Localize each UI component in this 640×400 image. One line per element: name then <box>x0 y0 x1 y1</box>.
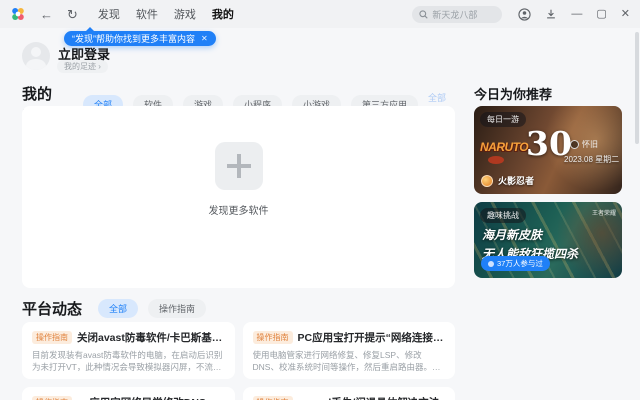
footprints-link[interactable]: 我的足迹 › <box>57 60 108 73</box>
article-tag: 操作指南 <box>252 396 293 400</box>
participants-pill: 37万人参与过 <box>481 256 550 271</box>
avatar[interactable] <box>22 42 50 70</box>
nav-tab-games[interactable]: 游戏 <box>174 6 196 22</box>
article-card[interactable]: 操作指南 PC应用宝打开提示“网络连接错误” 使用电脑管家进行网络修复、修复LS… <box>242 322 455 380</box>
maximize-button[interactable]: ▢ <box>596 8 606 20</box>
article-title: pc应用宝网络异常修改DNS教程 <box>77 395 225 400</box>
article-time: 26天前 <box>32 378 57 380</box>
nav-tab-discover[interactable]: 发现 <box>98 6 120 22</box>
article-card[interactable]: 操作指南 pc应用宝网络异常修改DNS教程 <box>22 387 235 400</box>
nav-tab-software[interactable]: 软件 <box>136 6 158 22</box>
my-apps-card: 发现更多软件 <box>22 106 455 288</box>
challenge-badge: 趣味挑战 <box>480 208 526 223</box>
article-title: PC应用宝打开提示“网络连接错误” <box>297 332 446 344</box>
naruto-logo: NARUTO <box>480 140 529 154</box>
article-title: openal丢失/闪退具体解决方法 <box>298 395 440 400</box>
article-tag: 操作指南 <box>32 396 72 400</box>
feedback-link[interactable]: 问题反馈 <box>402 378 445 380</box>
calendar-tag: 怀旧 <box>570 139 598 150</box>
game-avatar-icon <box>481 174 493 187</box>
scrollbar-thumb[interactable] <box>635 32 639 144</box>
article-card[interactable]: 操作指南 openal丢失/闪退具体解决方法 <box>242 387 455 400</box>
scrollbar-track <box>635 30 639 398</box>
titlebar: ← ↻ 发现 软件 游戏 我的 新天龙八部 — ▢ ✕ <box>0 0 640 28</box>
app-logo-icon[interactable] <box>10 6 26 22</box>
daily-game-card[interactable]: 每日一游 NARUTO 30 怀旧 2023.08 星期二 火影忍者 <box>474 106 622 194</box>
news-header: 平台动态 全部 操作指南 <box>22 298 207 319</box>
article-card[interactable]: 操作指南 关闭avast防毒软件/卡巴斯基减少卡顿现象 目前发现装有avast防… <box>22 322 235 379</box>
game-watermark: 王者荣耀 <box>591 211 616 217</box>
articles-grid: 操作指南 关闭avast防毒软件/卡巴斯基减少卡顿现象 目前发现装有avast防… <box>22 322 455 400</box>
game-row: 火影忍者 <box>481 174 534 187</box>
article-time: 29天前 <box>253 378 278 380</box>
article-tag: 操作指南 <box>252 331 293 344</box>
daily-game-badge: 每日一游 <box>480 112 526 127</box>
add-app-tile[interactable] <box>214 142 263 190</box>
back-icon[interactable]: ← <box>40 8 53 21</box>
recommend-title: 今日为你推荐 <box>474 87 553 102</box>
article-body: 使用电脑管家进行网络修复、修复LSP、修改DNS、校准系统时间等操作，然后重启路… <box>252 350 432 373</box>
participants-icon <box>488 260 494 267</box>
game-name: 火影忍者 <box>498 176 535 186</box>
news-tab-all[interactable]: 全部 <box>98 299 139 318</box>
article-body: 目前发现装有avast防毒软件的电脑，在启动后识别为未打开VT，此种情况会导致模… <box>32 350 223 373</box>
window-controls: — ▢ ✕ <box>518 7 630 21</box>
search-icon <box>419 9 429 19</box>
calendar-badge-icon <box>570 140 579 149</box>
search-placeholder: 新天龙八部 <box>432 9 478 20</box>
tooltip-close-icon[interactable]: ✕ <box>201 34 208 43</box>
account-icon[interactable] <box>518 7 532 21</box>
calendar-date: 2023.08 星期二 <box>564 155 620 164</box>
naruto-swirl-icon <box>488 156 504 164</box>
top-nav: 发现 软件 游戏 我的 <box>98 6 234 22</box>
close-button[interactable]: ✕ <box>621 8 630 20</box>
news-tab-guide[interactable]: 操作指南 <box>148 299 207 318</box>
refresh-icon[interactable]: ↻ <box>67 8 78 21</box>
download-icon[interactable] <box>545 8 557 20</box>
news-title: 平台动态 <box>22 301 83 318</box>
nav-tab-mine[interactable]: 我的 <box>212 6 234 22</box>
search-input[interactable]: 新天龙八部 <box>412 5 503 23</box>
minimize-button[interactable]: — <box>571 8 582 20</box>
challenge-card[interactable]: 趣味挑战 王者荣耀 海月新皮肤 无人能敌狂揽四杀 37万人参与过 <box>474 202 622 278</box>
discover-more-label: 发现更多软件 <box>208 206 269 217</box>
feedback-link[interactable]: 问题反馈 <box>182 378 225 380</box>
article-title: 关闭avast防毒软件/卡巴斯基减少卡顿现象 <box>77 332 225 344</box>
article-tag: 操作指南 <box>32 331 72 344</box>
